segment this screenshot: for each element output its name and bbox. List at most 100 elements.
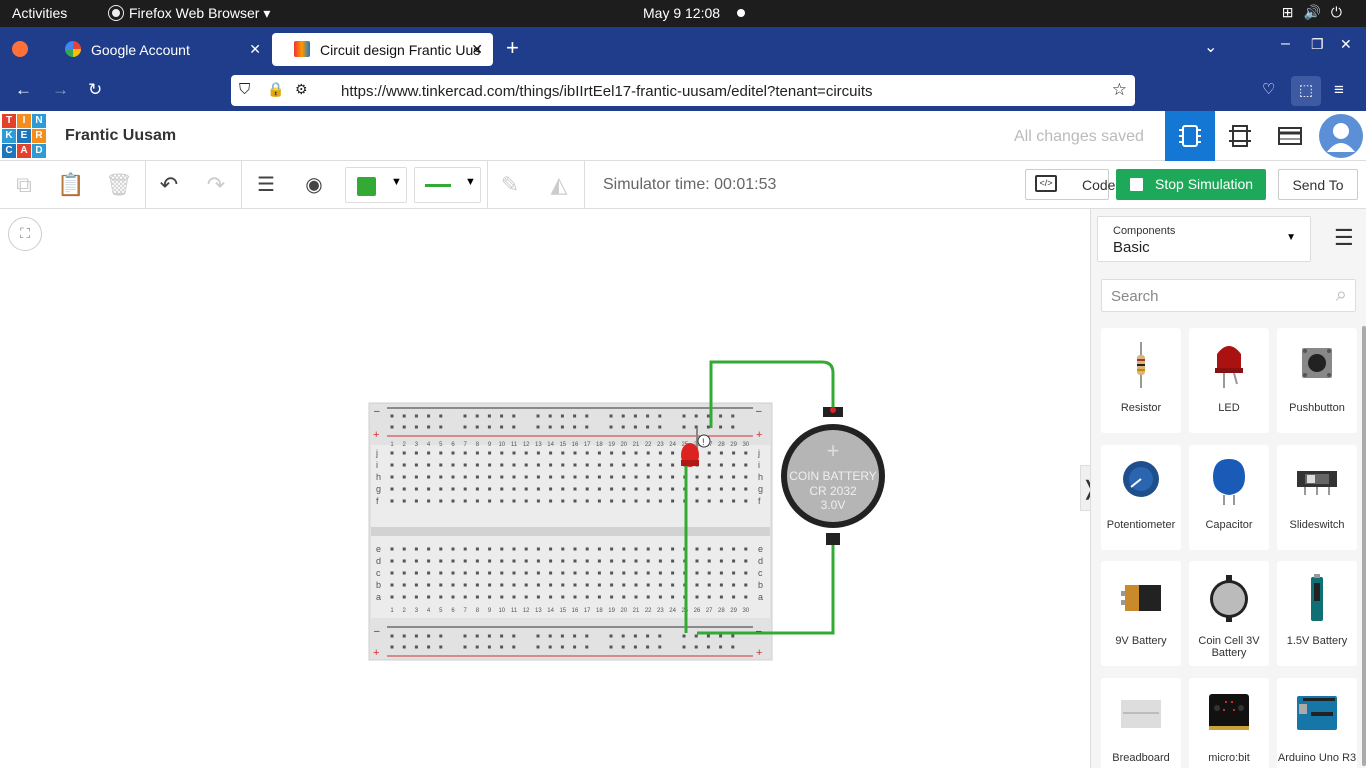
list-view-icon[interactable]: ☰ [1334, 225, 1354, 251]
terminal-hole [536, 487, 540, 491]
tab-circuit-design[interactable]: Circuit design Frantic Uus ✕ [272, 33, 493, 66]
reload-icon[interactable]: ↻ [88, 80, 102, 100]
component-arduino-uno[interactable]: Arduino Uno R3 [1277, 678, 1357, 783]
component-microbit[interactable]: micro:bit [1189, 678, 1269, 783]
panel-scrollbar[interactable] [1362, 326, 1366, 766]
permissions-icon: ⚙ [295, 81, 308, 97]
terminal-hole [439, 499, 443, 503]
terminal-hole [585, 487, 589, 491]
circuit-canvas[interactable]: ⛶ – + – + – + – + jjiihhggffeeddccbbaa 1… [0, 209, 1090, 768]
column-number: 18 [596, 442, 603, 448]
component-coin-cell-battery[interactable]: Coin Cell 3V Battery [1189, 561, 1269, 666]
tab-label: Google Account [91, 42, 190, 58]
code-button[interactable]: </> Code [1025, 169, 1115, 200]
column-number: 27 [706, 608, 713, 614]
component-list-view-button[interactable] [1265, 111, 1315, 161]
extensions-icon[interactable]: ⬚ [1291, 76, 1321, 106]
user-avatar[interactable] [1319, 114, 1363, 158]
battery-label-1: COIN BATTERY [789, 469, 877, 483]
component-9v-battery[interactable]: 9V Battery [1101, 561, 1181, 666]
rail-hole [560, 645, 564, 649]
component-pushbutton[interactable]: Pushbutton [1277, 328, 1357, 433]
delete-icon[interactable]: 🗑 [105, 171, 133, 199]
clock[interactable]: May 9 12:08 [643, 5, 720, 21]
back-icon[interactable]: ← [15, 80, 32, 100]
list-tabs-icon[interactable]: ⌄ [1204, 37, 1217, 57]
terminal-hole [573, 571, 577, 575]
rail-hole [706, 634, 710, 638]
terminal-hole [512, 451, 516, 455]
rail-hole [609, 645, 613, 649]
rail-minus-label: – [374, 406, 380, 417]
component-led[interactable]: LED [1189, 328, 1269, 433]
resistor-icon [1137, 342, 1145, 388]
forward-icon[interactable]: → [52, 80, 69, 100]
activities-button[interactable]: Activities [12, 5, 67, 21]
component-label: 9V Battery [1115, 635, 1167, 647]
component-breadboard[interactable]: Breadboard [1101, 678, 1181, 783]
terminal-hole [597, 571, 601, 575]
column-number: 23 [657, 608, 664, 614]
terminal-hole [500, 547, 504, 551]
bookmark-star-icon[interactable]: ☆ [1112, 80, 1127, 100]
component-capacitor[interactable]: Capacitor [1189, 445, 1269, 550]
component-slideswitch[interactable]: Slideswitch [1277, 445, 1357, 550]
app-menu[interactable]: Firefox Web Browser ▾ [109, 5, 270, 22]
led-base [681, 460, 699, 466]
tab-google-account[interactable]: Google Account ✕ [43, 33, 271, 66]
circuit-view-button[interactable] [1165, 111, 1215, 161]
rail-hole [731, 645, 735, 649]
component-resistor[interactable]: Resistor [1101, 328, 1181, 433]
rail-hole [585, 634, 589, 638]
terminal-hole [707, 475, 711, 479]
rail-hole [487, 425, 491, 429]
undo-icon[interactable]: ↶ [155, 171, 183, 199]
paste-icon[interactable]: 📋 [57, 171, 85, 199]
close-tab-icon[interactable]: ✕ [471, 41, 483, 58]
maximize-icon[interactable]: ❐ [1311, 36, 1324, 53]
send-to-button[interactable]: Send To [1278, 169, 1358, 200]
project-name[interactable]: Frantic Uusam [65, 127, 176, 145]
terminal-hole [463, 499, 467, 503]
schematic-view-button[interactable] [1215, 111, 1265, 161]
terminal-hole [744, 463, 748, 467]
close-window-icon[interactable]: ✕ [1340, 36, 1352, 53]
redo-icon[interactable]: ↷ [202, 171, 230, 199]
terminal-hole [390, 463, 394, 467]
terminal-hole [646, 559, 650, 563]
component-potentiometer[interactable]: Potentiometer [1101, 445, 1181, 550]
rail-hole [731, 634, 735, 638]
terminal-hole [488, 571, 492, 575]
terminal-hole [500, 559, 504, 563]
url-bar[interactable]: ⛉ 🔒 ⚙ https://www.tinkercad.com/things/i… [231, 75, 1135, 106]
hamburger-menu-icon[interactable]: ≡ [1334, 80, 1344, 100]
copy-icon[interactable]: ⧉ [10, 171, 38, 199]
rail-hole [658, 645, 662, 649]
terminal-hole [585, 559, 589, 563]
terminal-hole [475, 451, 479, 455]
component-search-input[interactable]: Search ⌕ [1101, 279, 1356, 312]
color-picker[interactable]: ▼ [345, 167, 407, 203]
close-tab-icon[interactable]: ✕ [249, 41, 261, 58]
stop-simulation-button[interactable]: Stop Simulation [1116, 169, 1266, 200]
system-menu[interactable]: ⊞🔊⏻ [1282, 4, 1352, 21]
terminal-hole [390, 583, 394, 587]
terminal-hole [707, 463, 711, 467]
terminal-hole [524, 571, 528, 575]
new-tab-icon[interactable]: + [506, 35, 519, 61]
terminal-hole [500, 487, 504, 491]
terminal-hole [512, 487, 516, 491]
components-dropdown[interactable]: Components Basic ▼ [1097, 216, 1311, 262]
rotate-icon[interactable]: ✎ [496, 171, 524, 199]
terminal-hole [597, 499, 601, 503]
tinkercad-logo[interactable]: T I N K E R C A D [2, 114, 46, 158]
flip-icon[interactable]: ◭ [545, 171, 573, 199]
wire-type-picker[interactable]: ▼ [414, 167, 481, 203]
row-label: e [758, 544, 763, 554]
firefox-view-icon[interactable] [12, 41, 28, 57]
notes-icon[interactable]: ☰ [252, 171, 280, 199]
pocket-icon[interactable]: ♡ [1262, 80, 1275, 98]
notes-visibility-icon[interactable]: ◉ [300, 171, 328, 199]
minimize-icon[interactable]: – [1281, 35, 1290, 53]
component-1-5v-battery[interactable]: 1.5V Battery [1277, 561, 1357, 666]
